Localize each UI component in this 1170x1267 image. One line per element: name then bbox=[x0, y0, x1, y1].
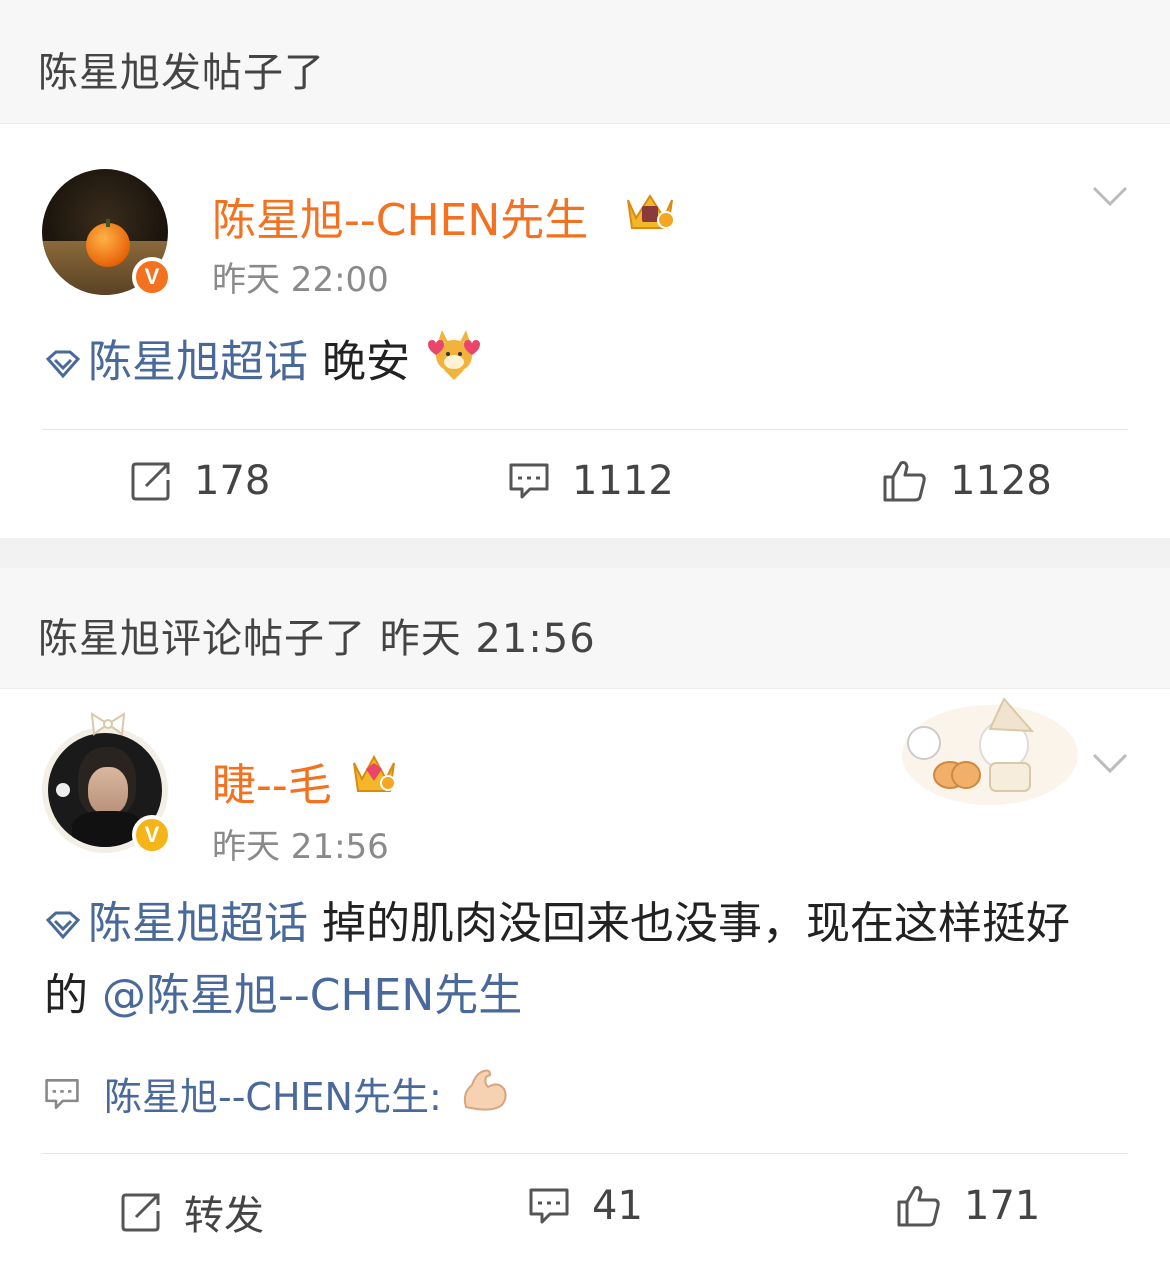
comment-card[interactable]: V 睫--毛 昨天 21:56 陈星旭超话 掉的肌肉没回来也没事，现在这样挺好的… bbox=[0, 689, 1170, 1267]
decoration-sticker-icon bbox=[900, 695, 1080, 807]
comment-time: 昨天 21:56 bbox=[212, 827, 389, 867]
comment-button[interactable]: 41 bbox=[528, 1183, 643, 1229]
like-count: 1128 bbox=[950, 458, 1052, 504]
thumbs-up-icon bbox=[883, 461, 926, 502]
chevron-down-icon[interactable] bbox=[1090, 749, 1130, 779]
repost-icon bbox=[121, 1193, 160, 1232]
repost-button[interactable]: 178 bbox=[130, 458, 270, 504]
repost-label: 转发 bbox=[184, 1193, 264, 1239]
emoji-shiba-icon bbox=[424, 326, 484, 403]
like-button[interactable]: 171 bbox=[896, 1183, 1040, 1229]
topic-icon bbox=[44, 330, 82, 400]
reply-line[interactable]: 陈星旭--CHEN先生: bbox=[44, 1063, 534, 1124]
like-button[interactable]: 1128 bbox=[882, 458, 1052, 504]
comment-icon bbox=[45, 1078, 79, 1109]
comment-activity-text: 陈星旭评论帖子了 昨天 21:56 bbox=[38, 616, 596, 662]
post-activity-text: 陈星旭发帖子了 bbox=[38, 50, 325, 96]
comment-text: 陈星旭超话 掉的肌肉没回来也没事，现在这样挺好的 @陈星旭--CHEN先生 bbox=[44, 889, 1110, 1031]
chevron-down-icon[interactable] bbox=[1090, 182, 1130, 212]
comment-icon bbox=[529, 1188, 569, 1224]
divider bbox=[42, 1153, 1128, 1154]
repost-icon bbox=[131, 462, 170, 501]
crown-badge-icon bbox=[622, 188, 678, 236]
repost-button[interactable]: 转发 bbox=[120, 1183, 264, 1241]
verified-icon: V bbox=[132, 257, 172, 297]
section-gap bbox=[0, 538, 1170, 568]
topic-link[interactable]: 陈星旭超话 bbox=[88, 898, 308, 949]
divider bbox=[42, 429, 1128, 430]
comment-count: 1112 bbox=[572, 458, 674, 504]
like-count: 171 bbox=[964, 1183, 1041, 1229]
crown-badge-icon bbox=[350, 751, 398, 799]
post-time: 昨天 22:00 bbox=[212, 260, 389, 300]
flexed-biceps-icon bbox=[458, 1063, 534, 1124]
topic-icon bbox=[44, 891, 82, 961]
comment-activity-header: 陈星旭评论帖子了 昨天 21:56 bbox=[0, 568, 1170, 689]
post-card[interactable]: V 陈星旭--CHEN先生 昨天 22:00 陈星旭超话 晚安 178 1112… bbox=[0, 124, 1170, 538]
post-activity-header: 陈星旭发帖子了 bbox=[0, 0, 1170, 124]
comment-button[interactable]: 1112 bbox=[508, 458, 674, 504]
username[interactable]: 睫--毛 bbox=[212, 749, 332, 813]
post-body: 晚安 bbox=[322, 336, 410, 388]
reply-author[interactable]: 陈星旭--CHEN先生: bbox=[104, 1066, 442, 1121]
comment-count: 41 bbox=[592, 1183, 643, 1229]
repost-count: 178 bbox=[194, 458, 271, 504]
mention-link[interactable]: @陈星旭--CHEN先生 bbox=[102, 970, 522, 1021]
avatar[interactable]: V bbox=[42, 712, 172, 855]
comment-icon bbox=[509, 463, 549, 499]
topic-link[interactable]: 陈星旭超话 bbox=[88, 337, 308, 388]
username[interactable]: 陈星旭--CHEN先生 bbox=[212, 184, 588, 248]
verified-icon: V bbox=[132, 815, 172, 855]
avatar[interactable]: V bbox=[42, 169, 172, 297]
post-text: 陈星旭超话 晚安 bbox=[44, 326, 1100, 403]
bow-icon bbox=[88, 711, 128, 737]
thumbs-up-icon bbox=[897, 1186, 940, 1227]
